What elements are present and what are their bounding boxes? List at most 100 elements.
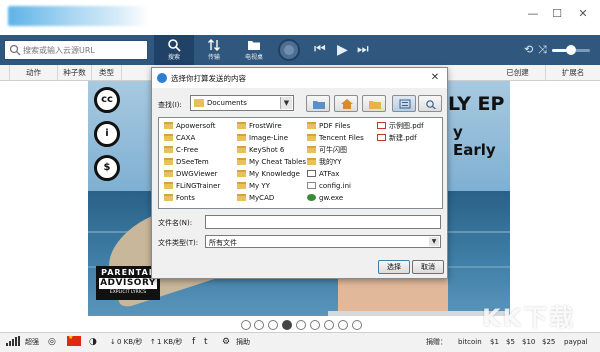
search-icon [9,44,21,56]
file-name-input[interactable] [205,215,441,229]
remote-dial-icon[interactable] [278,39,300,61]
donate-paypal-link[interactable]: paypal [564,337,588,347]
folder-icon [164,158,173,165]
list-item[interactable]: 示例图.pdf [377,121,424,132]
list-item[interactable]: DSeeTem [164,157,209,168]
firewall-icon[interactable]: ◎ [48,337,56,347]
chevron-down-icon: ▼ [429,237,439,246]
social-label: 捐助 [236,338,250,346]
list-item[interactable]: My YY [237,181,270,192]
folder-icon [164,170,173,177]
home-icon [341,99,353,109]
file-type-select[interactable]: 所有文件 ▼ [205,235,441,248]
list-item[interactable]: Apowersoft [164,121,215,132]
donate-5-link[interactable]: $5 [506,337,515,347]
list-item[interactable]: Image-Line [237,133,288,144]
pager-dot[interactable] [324,320,334,330]
tab-transfers-label: 传输 [207,54,220,61]
folder-icon [164,146,173,153]
maximize-button[interactable]: ☐ [546,6,568,22]
search-placeholder: 搜索或输入云源URL [23,46,95,55]
shuffle-icon[interactable]: ⤨ [538,42,547,58]
list-item[interactable]: C-Free [164,145,198,156]
list-item[interactable]: PDF Files [307,121,350,132]
list-item[interactable]: KeyShot 6 [237,145,284,156]
list-item[interactable]: gw.exe [307,193,343,204]
file-name-label: 文件名(N): [158,219,193,227]
list-item[interactable]: My Knowledge [237,169,300,180]
folder-icon [164,134,173,141]
previous-track-icon[interactable]: ⏮ [314,42,326,58]
list-view-button[interactable] [392,95,416,112]
volume-handle[interactable] [566,45,576,55]
left-panel [0,81,88,316]
advisory-line-3: EXPLICIT LYRICS [109,290,147,295]
pager-dot[interactable] [268,320,278,330]
new-folder-button[interactable] [362,95,386,112]
column-seeds[interactable]: 种子数 [58,65,92,81]
list-item[interactable]: DWGViewer [164,169,218,180]
look-in-label: 查找(I): [158,101,182,109]
pager-dot[interactable] [254,320,264,330]
minimize-button[interactable]: — [522,6,544,22]
list-item[interactable]: My Cheat Tables [237,157,306,168]
list-item[interactable]: ATFax [307,169,339,180]
column-action[interactable]: 动作 [10,65,58,81]
search-input[interactable]: 搜索或输入云源URL [4,40,148,60]
list-item[interactable]: config.ini [307,181,351,192]
column-type[interactable]: 类型 [92,65,122,81]
donate-bitcoin-link[interactable]: bitcoin [458,337,482,347]
tab-library[interactable]: 电视桌 [234,35,274,65]
facebook-icon[interactable]: f [192,337,195,347]
folder-icon [164,122,173,129]
tab-transfers[interactable]: 传输 [194,35,234,65]
twitter-icon[interactable]: t [204,337,208,347]
donate-10-link[interactable]: $10 [522,337,535,347]
column-extension[interactable]: 扩展名 [546,65,600,81]
list-item[interactable]: FLiNGTrainer [164,181,220,192]
folder-icon [237,122,246,129]
list-item[interactable]: CAXA [164,133,195,144]
attribution-icon: i [94,121,120,147]
close-button[interactable]: ✕ [572,6,594,22]
select-button[interactable]: 选择 [378,260,410,274]
column-completed[interactable]: 已创建 [490,65,546,81]
repeat-icon[interactable]: ⟲ [524,42,533,58]
list-item[interactable]: 可牛闪图 [307,145,347,156]
upload-speed: 1 KB/秒 [157,338,183,346]
list-item[interactable]: Tencent Files [307,133,364,144]
cancel-button[interactable]: 取消 [412,260,444,274]
home-button[interactable] [334,95,358,112]
pager-dot[interactable] [338,320,348,330]
dialog-close-icon[interactable]: ✕ [428,71,442,85]
noncommercial-icon: $ [94,155,120,181]
up-folder-button[interactable] [306,95,330,112]
donate-1-link[interactable]: $1 [490,337,499,347]
file-list[interactable]: Apowersoft CAXA C-Free DSeeTem DWGViewer… [158,117,443,209]
folder-icon [248,41,260,50]
folder-icon [164,182,173,189]
list-item[interactable]: MyCAD [237,193,274,204]
next-track-icon[interactable]: ⏭ [357,42,369,58]
look-in-select[interactable]: Documents ▼ [190,95,294,111]
pager-dot[interactable] [241,320,251,330]
up-folder-icon [313,101,325,109]
donate-25-link[interactable]: $25 [542,337,555,347]
pager-dot-active[interactable] [282,320,292,330]
details-view-button[interactable] [418,95,442,112]
pager-dot[interactable] [352,320,362,330]
list-item[interactable]: 新建.pdf [377,133,417,144]
list-item[interactable]: 我的YY [307,157,342,168]
signal-label: 超强 [25,338,39,346]
play-icon[interactable]: ▶ [337,42,348,58]
pager-dot[interactable] [310,320,320,330]
list-item[interactable]: Fonts [164,193,195,204]
list-item[interactable]: FrostWire [237,121,282,132]
vpn-status-icon[interactable]: ◑ [89,337,97,347]
pager-dot[interactable] [296,320,306,330]
share-icon[interactable]: ⚙ [222,337,230,347]
china-flag-icon[interactable] [67,334,81,346]
creative-commons-badges: cc i $ [92,87,124,197]
tab-search[interactable]: 搜索 [154,35,194,65]
download-speed: 0 KB/秒 [117,338,143,346]
